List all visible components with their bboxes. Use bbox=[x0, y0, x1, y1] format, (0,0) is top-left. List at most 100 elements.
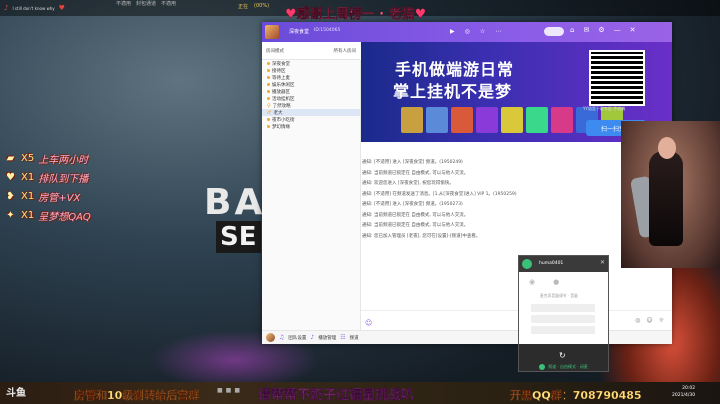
coin-percent: (00%) bbox=[254, 3, 270, 9]
system-message: 通知: 欢迎您进入 [深夜食堂], 祝您玩得愉快。 bbox=[362, 181, 454, 187]
voice-popup: huma0401 ✕ ◉ ● 麦克风音量调节 · 音量 ↻ 频道 · 自由模式 … bbox=[518, 255, 609, 372]
gift-item: ✦ X1 呈梦想QAQ bbox=[4, 208, 91, 223]
system-message: 通知: 当前频道已锁定在 自由模式, 可以与他人交流。 bbox=[362, 212, 469, 218]
tab-all-rooms[interactable]: 所有人房间 bbox=[334, 48, 357, 54]
sidebar-item[interactable]: 娱乐休闲区 bbox=[262, 81, 360, 88]
top-link[interactable]: 封包通道 bbox=[136, 0, 156, 9]
search-pill[interactable] bbox=[544, 27, 564, 36]
like-heart-icon[interactable]: ♥ bbox=[59, 4, 65, 12]
music-note-icon: ♪ bbox=[4, 4, 9, 12]
more-icon[interactable]: ⋯ bbox=[495, 28, 501, 35]
taskbar-icon[interactable]: ■ bbox=[217, 387, 223, 394]
volume-icon[interactable]: ♪ bbox=[310, 334, 314, 341]
target-icon[interactable]: ◎ bbox=[635, 317, 640, 324]
target-icon[interactable]: ◎ bbox=[465, 28, 470, 35]
status-indicator: 正在 (00%) bbox=[238, 3, 269, 10]
game-thumbnail[interactable] bbox=[426, 107, 448, 133]
minimize-icon[interactable]: — bbox=[614, 26, 621, 34]
game-title-part-2: SE bbox=[216, 221, 261, 253]
mail-icon[interactable]: ✉ bbox=[583, 26, 589, 34]
refresh-icon[interactable]: ↻ bbox=[559, 351, 566, 360]
channel-sidebar: 深夜食堂 接待区 等待上麦 娱乐休闲区 播放器区 活动挂机区 ♀ 了然攻略 ♂ 老大… bbox=[262, 60, 361, 330]
lips-icon: ♥ bbox=[6, 172, 15, 183]
close-icon[interactable]: ✕ bbox=[600, 259, 605, 266]
system-message: 通知: 当前频道已锁定在 自由模式, 可以与他人交流。 bbox=[362, 223, 469, 229]
channel-dot-icon bbox=[267, 83, 270, 86]
window-header: 深夜食堂 ID:1504065 ▶ ◎ ☆ ⋯ ⌂ ✉ ⚙ — ✕ bbox=[262, 22, 672, 42]
banner-text: 感谢上周榜一 · 老猫 bbox=[296, 7, 415, 22]
volume-bar[interactable] bbox=[531, 326, 595, 334]
top-link[interactable]: 不適用 bbox=[116, 0, 131, 9]
channel-id: ID:1504065 bbox=[314, 28, 341, 33]
channel-avatar[interactable] bbox=[265, 25, 279, 39]
tab-room-mode[interactable]: 房间模式 bbox=[266, 48, 284, 54]
footer-label[interactable]: 播放管理 bbox=[318, 335, 336, 341]
volume-bar[interactable] bbox=[531, 315, 595, 323]
game-thumbnail[interactable] bbox=[401, 107, 423, 133]
input-actions: ◎ ☺ ☼ bbox=[635, 317, 664, 324]
smile-icon[interactable]: ☺ bbox=[646, 317, 652, 324]
sidebar-item[interactable]: 接待区 bbox=[262, 67, 360, 74]
user-icon: ♀ bbox=[267, 102, 271, 109]
voice-popup-header: huma0401 ✕ bbox=[519, 256, 608, 272]
taskbar-icons: ■ ■ ■ bbox=[217, 387, 240, 394]
system-message: 通知: [不适用] 进入 [深夜食堂] 频道。(1950249) bbox=[362, 160, 463, 166]
channel-title: 深夜食堂 bbox=[289, 29, 310, 35]
volume-bar[interactable] bbox=[531, 304, 595, 312]
taskbar-icon[interactable]: ■ bbox=[226, 387, 232, 394]
mic-icon[interactable]: ● bbox=[553, 278, 559, 286]
voice-controls: ◉ ● bbox=[529, 278, 559, 286]
top-link[interactable]: 不適用 bbox=[161, 0, 176, 9]
home-icon[interactable]: ⌂ bbox=[570, 26, 574, 34]
sidebar-item-label: 深夜食堂 bbox=[272, 61, 290, 67]
gift-description: 呈梦想QAQ bbox=[38, 212, 91, 223]
clock-time: 20:02 bbox=[682, 386, 696, 391]
gift-multiplier: X5 bbox=[21, 153, 35, 164]
game-thumbnail[interactable] bbox=[551, 107, 573, 133]
speaker-icon[interactable]: ◉ bbox=[529, 278, 535, 286]
message-input[interactable]: ☺ ◎ ☺ ☼ bbox=[361, 310, 672, 331]
gift-multiplier: X1 bbox=[21, 172, 35, 183]
channel-icon[interactable]: ☷ bbox=[340, 334, 345, 341]
sidebar-item[interactable]: 等待上麦 bbox=[262, 74, 360, 81]
sidebar-item-label: 夜市小吃街 bbox=[272, 117, 295, 123]
game-thumbnail[interactable] bbox=[476, 107, 498, 133]
sidebar-item-label: 老大 bbox=[273, 110, 283, 116]
sidebar-item[interactable]: ♀ 了然攻略 bbox=[262, 102, 360, 109]
sidebar-item[interactable]: 夜市小吃街 bbox=[262, 116, 360, 123]
emoji-icon[interactable]: ☺ bbox=[365, 319, 372, 327]
sidebar-item[interactable]: 梦幻情缘 bbox=[262, 123, 360, 130]
heart-icon: ♥ bbox=[285, 7, 297, 22]
clock-date: 2021/4/30 bbox=[672, 393, 696, 398]
play-icon[interactable]: ▶ bbox=[450, 28, 455, 35]
channel-dot-icon bbox=[267, 97, 270, 100]
top-links: 不適用 封包通道 不適用 bbox=[116, 0, 176, 9]
footer-label[interactable]: 频道 bbox=[350, 335, 359, 341]
voice-status-text: 频道 · 自由模式 · 闭麦 bbox=[548, 363, 588, 369]
footer-label[interactable]: 团队设置 bbox=[288, 335, 306, 341]
voice-user-name: huma0401 bbox=[539, 261, 564, 266]
game-thumbnail[interactable] bbox=[526, 107, 548, 133]
sidebar-item[interactable]: 深夜食堂 bbox=[262, 60, 360, 67]
sun-icon[interactable]: ☼ bbox=[659, 317, 664, 324]
sidebar-item[interactable]: 播放器区 bbox=[262, 88, 360, 95]
close-icon[interactable]: ✕ bbox=[630, 26, 636, 34]
sidebar-tabs: 房间模式 所有人房间 bbox=[262, 42, 360, 60]
sidebar-item-selected[interactable]: ♂ 老大 bbox=[262, 109, 360, 116]
channel-dot-icon bbox=[267, 125, 270, 128]
star-icon[interactable]: ☆ bbox=[480, 28, 485, 35]
taskbar-icon[interactable]: ■ bbox=[234, 387, 240, 394]
game-thumbnail[interactable] bbox=[451, 107, 473, 133]
sidebar-item[interactable]: 活动挂机区 bbox=[262, 95, 360, 102]
game-thumbnail[interactable] bbox=[501, 107, 523, 133]
gear-icon[interactable]: ⚙ bbox=[598, 26, 604, 34]
sidebar-item-label: 梦幻情缘 bbox=[272, 124, 290, 130]
heart-arrow-icon: ❥ bbox=[6, 191, 15, 202]
music-player[interactable]: ♪ I still don't know why ♥ bbox=[0, 0, 112, 16]
mic-icon[interactable]: ♫ bbox=[279, 334, 284, 341]
channel-dot-icon bbox=[267, 62, 270, 65]
gift-description: 房管+VX bbox=[38, 193, 81, 204]
avatar[interactable] bbox=[266, 333, 275, 342]
system-message: 通知: [不适用] 在频道发送了消息。[1.从[深夜食堂]进入] VIP 1。(… bbox=[362, 191, 517, 197]
webcam-figure-face bbox=[658, 137, 676, 159]
